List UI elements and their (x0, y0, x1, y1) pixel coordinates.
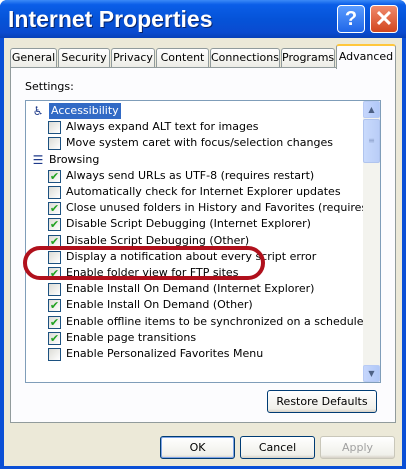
checkbox-checked[interactable]: ✔ (48, 218, 61, 232)
category-row[interactable]: ☰ Browsing (26, 152, 364, 168)
checkbox-checked[interactable]: ✔ (48, 299, 61, 313)
setting-option-row[interactable]: ✔ Enable Install On Demand (Other) (26, 297, 364, 313)
setting-option-row[interactable]: ✔ Always send URLs as UTF-8 (requires res… (26, 168, 364, 184)
tab-connections[interactable]: Connections (210, 48, 280, 68)
checkbox-unchecked[interactable] (48, 348, 61, 361)
category-label: Browsing (49, 152, 100, 166)
tab-programs[interactable]: Programs (281, 48, 335, 68)
category-row[interactable]: ♿ Accessibility (26, 103, 364, 119)
accessibility-icon: ♿ (32, 104, 44, 118)
settings-tree-list[interactable]: Enable Personalized Favorites Menu ✔ Enabl… (25, 100, 381, 383)
tab-strip: General Security Privacy Content Connections… (10, 44, 396, 69)
setting-option-label: Automatically check for Internet Explore… (66, 185, 341, 198)
scroll-down-arrow-icon[interactable]: ▼ (363, 365, 380, 382)
setting-option-row[interactable]: Enable Personalized Favorites Menu (26, 346, 364, 362)
category-label: Accessibility (49, 103, 121, 119)
setting-option-label: Always send URLs as UTF-8 (requires rest… (66, 168, 315, 182)
dialog-client-area: General Security Privacy Content Connections… (4, 38, 402, 466)
setting-option-row[interactable]: Display a notification about every scrip… (26, 249, 364, 265)
setting-option-row[interactable]: ✔ Disable Script Debugging (Internet Expl… (26, 216, 364, 232)
cancel-button[interactable]: Cancel (240, 436, 315, 459)
setting-option-label: Display a notification about every scrip… (66, 249, 317, 263)
tab-content[interactable]: Content (156, 48, 209, 68)
window-title: Internet Properties (8, 6, 213, 32)
setting-option-row[interactable]: ✔ Disable Script Debugging (Other) (26, 233, 364, 249)
setting-option-label: Enable Install On Demand (Other) (66, 298, 253, 312)
setting-option-row[interactable]: ✔ Close unused folders in History and Fav… (26, 200, 380, 216)
setting-option-label: Always expand ALT text for images (66, 120, 259, 134)
tab-privacy[interactable]: Privacy (111, 48, 155, 68)
checkbox-checked[interactable]: ✔ (48, 315, 61, 329)
checkbox-checked[interactable]: ✔ (48, 234, 61, 248)
setting-option-label: Enable folder view for FTP sites (66, 266, 239, 279)
checkbox-unchecked[interactable] (48, 283, 61, 297)
help-button[interactable]: ? (337, 5, 365, 33)
setting-option-row[interactable]: Move system caret with focus/selection c… (26, 135, 364, 151)
checkbox-unchecked[interactable] (48, 250, 61, 264)
checkbox-checked[interactable]: ✔ (48, 267, 61, 280)
internet-properties-window: Internet Properties ? ✕ General Security P… (0, 0, 406, 469)
checkbox-checked[interactable]: ✔ (48, 169, 61, 183)
setting-option-label: Disable Script Debugging (Internet Explo… (66, 217, 311, 231)
setting-option-label: Enable Personalized Favorites Menu (66, 347, 264, 360)
settings-label: Settings: (25, 80, 74, 93)
setting-option-label: Enable page transitions (66, 330, 197, 344)
scrollbar-thumb[interactable]: ≡ (363, 119, 380, 163)
setting-option-row[interactable]: Enable Install On Demand (Internet Explo… (26, 281, 364, 297)
checkbox-unchecked[interactable] (48, 186, 61, 199)
setting-option-row[interactable]: ✔ Enable page transitions (26, 330, 364, 346)
advanced-tab-panel: Settings: Enable Personalized Favorites … (10, 67, 396, 423)
browsing-icon: ☰ (32, 152, 44, 167)
ok-button[interactable]: OK (160, 436, 235, 459)
tab-security[interactable]: Security (58, 48, 110, 68)
scroll-up-arrow-icon[interactable]: ▲ (363, 101, 380, 118)
setting-option-label: Close unused folders in History and Favo… (66, 201, 381, 215)
restore-defaults-button[interactable]: Restore Defaults (267, 390, 377, 413)
setting-option-label: Move system caret with focus/selection c… (66, 136, 333, 150)
checkbox-unchecked[interactable] (48, 121, 61, 135)
setting-option-label: Enable offline items to be synchronized … (66, 314, 364, 328)
checkbox-checked[interactable]: ✔ (48, 331, 61, 345)
checkbox-checked[interactable]: ✔ (48, 202, 61, 216)
tab-general[interactable]: General (10, 48, 57, 68)
checkbox-unchecked[interactable] (48, 137, 61, 151)
title-bar[interactable]: Internet Properties ? ✕ (0, 0, 406, 38)
setting-option-label: Disable Script Debugging (Other) (66, 233, 250, 247)
setting-option-row[interactable]: ✔ Enable offline items to be synchronized… (26, 314, 364, 330)
setting-option-label: Enable Install On Demand (Internet Explo… (66, 282, 315, 296)
vertical-scrollbar[interactable]: ▲ ≡ ▼ (363, 101, 380, 382)
apply-button[interactable]: Apply (320, 436, 395, 459)
setting-option-row[interactable]: Always expand ALT text for images (26, 119, 364, 135)
close-button[interactable]: ✕ (370, 5, 398, 33)
tab-advanced[interactable]: Advanced (336, 44, 396, 69)
setting-option-row[interactable]: ✔ Enable folder view for FTP sites (26, 265, 364, 281)
setting-option-row[interactable]: Automatically check for Internet Explore… (26, 184, 364, 200)
